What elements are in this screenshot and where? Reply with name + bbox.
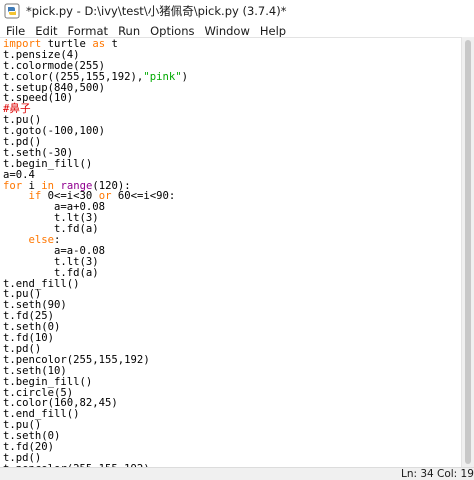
code-text[interactable]: import turtle as t t.pensize(4) t.colormod… <box>3 39 188 467</box>
code-editor[interactable]: import turtle as t t.pensize(4) t.colormod… <box>0 37 461 467</box>
code-token: as <box>92 38 106 50</box>
python-idle-icon <box>4 3 20 19</box>
code-token: ) <box>181 70 188 83</box>
code-token: "pink" <box>143 70 182 83</box>
status-bar: Ln: 34 Col: 19 <box>0 467 474 480</box>
vertical-scrollbar[interactable] <box>461 37 474 467</box>
status-column-number: Col: 19 <box>437 468 474 480</box>
window-title: *pick.py - D:\ivy\test\小猪佩奇\pick.py (3.7… <box>26 4 287 18</box>
status-line-number: Ln: 34 <box>401 468 434 480</box>
title-bar: *pick.py - D:\ivy\test\小猪佩奇\pick.py (3.7… <box>0 0 474 22</box>
code-token: 60<=i<90: <box>111 190 176 203</box>
scrollbar-thumb[interactable] <box>465 40 471 464</box>
code-token: t <box>105 38 118 50</box>
